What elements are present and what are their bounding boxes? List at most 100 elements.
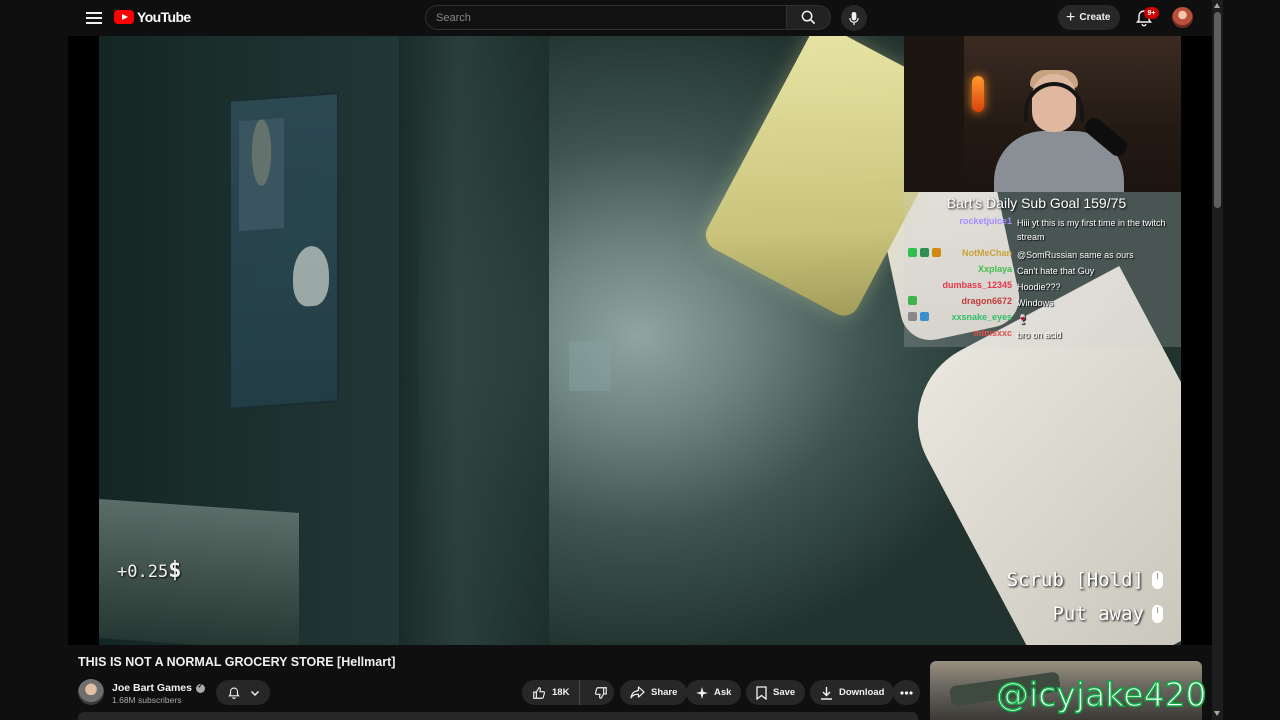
logo-text: YouTube	[137, 9, 191, 25]
hint-scrub: Scrub [Hold]	[1007, 569, 1163, 591]
ask-button[interactable]: Ask	[686, 680, 742, 705]
hint-put-away: Put away	[1052, 603, 1163, 625]
chat-message: rocketjuice1 Hiii yt this is my first tim…	[904, 214, 1181, 242]
like-button[interactable]: 18K	[522, 680, 581, 705]
plus-icon: +	[1066, 8, 1076, 26]
like-count: 18K	[552, 687, 570, 698]
game-scene-poster	[229, 92, 339, 410]
chat-username: Xxplaya	[977, 264, 1012, 274]
share-label: Share	[651, 687, 678, 698]
poster-bulb	[293, 244, 329, 308]
chat-username: NotMeChan	[962, 248, 1012, 258]
hamburger-menu-icon[interactable]	[84, 9, 104, 27]
chat-username: mimsxxc	[973, 328, 1012, 338]
scroll-down-arrow-icon[interactable]	[1214, 711, 1220, 716]
ask-label: Ask	[714, 687, 732, 698]
chat-username: dumbass_12345	[942, 280, 1012, 290]
download-icon	[821, 686, 832, 700]
create-button[interactable]: + Create	[1058, 5, 1121, 30]
youtube-watch-page: YouTube + Create 9+	[0, 0, 1280, 720]
chat-message-text: Windows	[1017, 298, 1054, 308]
more-actions-button[interactable]	[893, 680, 920, 705]
chat-username: xxsnake_eyes	[951, 312, 1012, 322]
bookmark-icon	[756, 685, 767, 700]
more-horizontal-icon	[900, 690, 913, 695]
chat-message: Xxplaya Can't hate that Guy	[904, 262, 1181, 278]
notification-count-badge: 9+	[1144, 7, 1159, 19]
chat-message-text: 🍷	[1017, 314, 1029, 324]
scroll-up-arrow-icon[interactable]	[1214, 3, 1220, 8]
mouse-icon	[1152, 571, 1163, 589]
chat-badges	[908, 296, 917, 305]
subscriber-count: 1.68M subscribers	[112, 695, 182, 705]
search-button[interactable]	[787, 5, 831, 30]
money-symbol: $	[168, 558, 182, 583]
chat-message-text: Can't hate that Guy	[1017, 266, 1095, 276]
share-icon	[630, 686, 645, 699]
voice-search-button[interactable]	[841, 5, 867, 31]
chat-badge-icon	[920, 248, 929, 257]
dislike-button[interactable]	[586, 680, 616, 705]
chat-badges	[908, 248, 941, 257]
chat-message-text: @SomRussian same as ours	[1017, 250, 1134, 260]
webcam-shelf	[904, 36, 964, 192]
like-dislike-group: 18K	[522, 680, 614, 705]
microphone-icon	[849, 11, 859, 25]
mouse-icon	[1152, 605, 1163, 623]
youtube-logo[interactable]: YouTube	[114, 9, 191, 25]
video-player[interactable]: +0.25$ Scrub [Hold] Put away Bart's Dail…	[68, 36, 1212, 645]
chat-badge-icon	[908, 312, 917, 321]
thumbs-up-icon	[533, 686, 546, 699]
hint-put-away-text: Put away	[1052, 603, 1144, 625]
poster-figure	[239, 118, 284, 232]
streamer-webcam	[904, 36, 1181, 192]
chat-message: NotMeChan @SomRussian same as ours	[904, 246, 1181, 262]
search-input[interactable]	[425, 5, 787, 30]
game-scene-note	[569, 341, 611, 391]
chevron-down-icon	[250, 690, 259, 696]
channel-name-link[interactable]: Joe Bart Games	[112, 682, 205, 694]
chat-badge-icon	[908, 296, 917, 305]
chat-message: xxsnake_eyes 🍷	[904, 310, 1181, 326]
description-box[interactable]	[78, 712, 918, 720]
watermark-text: @icyjake420	[995, 674, 1207, 715]
money-counter: +0.25$	[117, 558, 181, 583]
bell-icon	[227, 687, 240, 699]
stream-chat-overlay: Bart's Daily Sub Goal 159/75 rocketjuice…	[904, 192, 1181, 347]
download-button[interactable]: Download	[810, 680, 895, 705]
chat-message: dumbass_12345 Hoodie???	[904, 278, 1181, 294]
save-label: Save	[773, 687, 796, 698]
youtube-play-icon	[114, 10, 134, 24]
chat-message-text: Hiii yt this is my first time in the twi…	[1017, 218, 1166, 242]
thumbs-down-icon	[595, 686, 608, 699]
hint-scrub-text: Scrub [Hold]	[1006, 569, 1144, 591]
download-label: Download	[839, 687, 885, 698]
sparkle-icon	[696, 686, 708, 699]
account-avatar[interactable]	[1172, 7, 1193, 28]
game-scene-doorframe	[399, 36, 549, 645]
chat-message-text: Hoodie???	[1017, 282, 1061, 292]
chat-message: dragon6672 Windows	[904, 294, 1181, 310]
chat-username: rocketjuice1	[959, 216, 1012, 226]
chat-badge-icon	[920, 312, 929, 321]
chat-badge-icon	[932, 248, 941, 257]
save-button[interactable]: Save	[746, 680, 806, 705]
sub-goal-text: Bart's Daily Sub Goal 159/75	[946, 195, 1127, 211]
create-label: Create	[1079, 12, 1111, 23]
scrollbar-thumb[interactable]	[1214, 12, 1221, 208]
share-button[interactable]: Share	[620, 680, 688, 705]
money-value: +0.25	[117, 562, 169, 582]
chat-username: dragon6672	[961, 296, 1012, 306]
subscribed-notifications-button[interactable]	[216, 680, 270, 705]
search-bar	[425, 5, 831, 30]
verified-icon	[195, 682, 205, 693]
channel-avatar[interactable]	[78, 679, 104, 705]
search-icon	[801, 10, 816, 25]
top-bar: YouTube + Create 9+	[68, 0, 1212, 36]
lava-lamp	[972, 76, 984, 112]
chat-badge-icon	[908, 248, 917, 257]
video-title: THIS IS NOT A NORMAL GROCERY STORE [Hell…	[78, 655, 396, 669]
chat-message-text: bro on acid	[1017, 330, 1062, 340]
channel-name: Joe Bart Games	[112, 682, 192, 694]
chat-message: mimsxxc bro on acid	[904, 326, 1181, 342]
